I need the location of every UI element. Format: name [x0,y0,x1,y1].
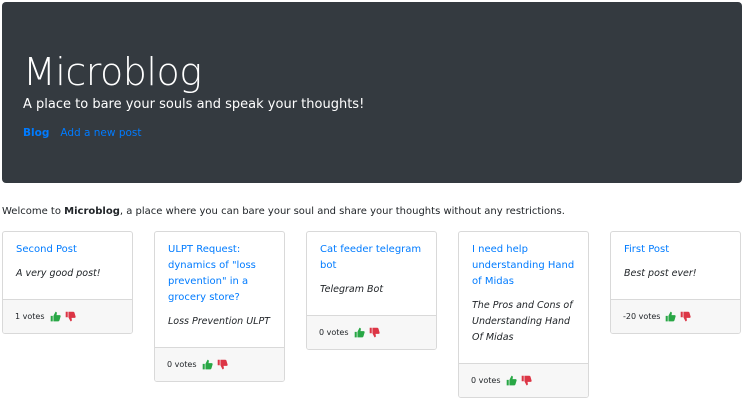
site-tagline: A place to bare your souls and speak you… [23,97,365,112]
post-summary: Loss Prevention ULPT [168,316,270,327]
post-card: First Post Best post ever! -20 votes [610,231,741,334]
site-header: Microblog A place to bare your souls and… [2,2,742,183]
post-title-link[interactable]: Cat feeder telegram bot [320,242,423,274]
post-summary: Best post ever! [624,268,697,279]
post-footer: -20 votes [611,299,740,333]
vote-count: -20 votes [623,312,661,321]
thumbs-up-icon[interactable] [354,327,365,338]
post-summary: The Pros and Cons of Understanding Hand … [472,300,573,343]
post-card: I need help understanding Hand of Midas … [458,231,589,398]
thumbs-down-icon[interactable] [217,359,228,370]
post-title-link[interactable]: ULPT Request: dynamics of "loss preventi… [168,242,271,306]
site-title: Microblog [23,50,202,94]
thumbs-down-icon[interactable] [369,327,380,338]
thumbs-up-icon[interactable] [665,311,677,322]
post-card: ULPT Request: dynamics of "loss preventi… [154,231,285,382]
nav-add-post-link[interactable]: Add a new post [60,127,141,139]
post-footer: 0 votes [307,315,436,349]
post-card: Cat feeder telegram bot Telegram Bot 0 v… [306,231,437,350]
post-summary: A very good post! [16,268,101,279]
post-title-link[interactable]: Second Post [16,242,119,258]
nav-blog-link[interactable]: Blog [23,127,49,139]
post-summary: Telegram Bot [320,284,384,295]
post-footer: 0 votes [459,363,588,397]
post-title-link[interactable]: I need help understanding Hand of Midas [472,242,575,290]
welcome-brand: Microblog [64,206,120,217]
thumbs-down-icon[interactable] [521,375,532,386]
vote-count: 0 votes [319,328,349,337]
vote-count: 0 votes [471,376,501,385]
thumbs-up-icon[interactable] [50,311,61,322]
post-footer: 1 votes [3,299,132,333]
thumbs-up-icon[interactable] [506,375,517,386]
main-nav: Blog Add a new post [23,127,142,139]
vote-count: 0 votes [167,360,197,369]
thumbs-up-icon[interactable] [202,359,213,370]
post-footer: 0 votes [155,347,284,381]
thumbs-down-icon[interactable] [65,311,76,322]
welcome-suffix: , a place where you can bare your soul a… [119,206,565,217]
welcome-prefix: Welcome to [2,206,65,217]
post-title-link[interactable]: First Post [624,242,727,258]
thumbs-down-icon[interactable] [680,311,692,322]
vote-count: 1 votes [15,312,45,321]
welcome-message: Welcome to Microblog, a place where you … [2,206,565,217]
post-card: Second Post A very good post! 1 votes [2,231,133,334]
